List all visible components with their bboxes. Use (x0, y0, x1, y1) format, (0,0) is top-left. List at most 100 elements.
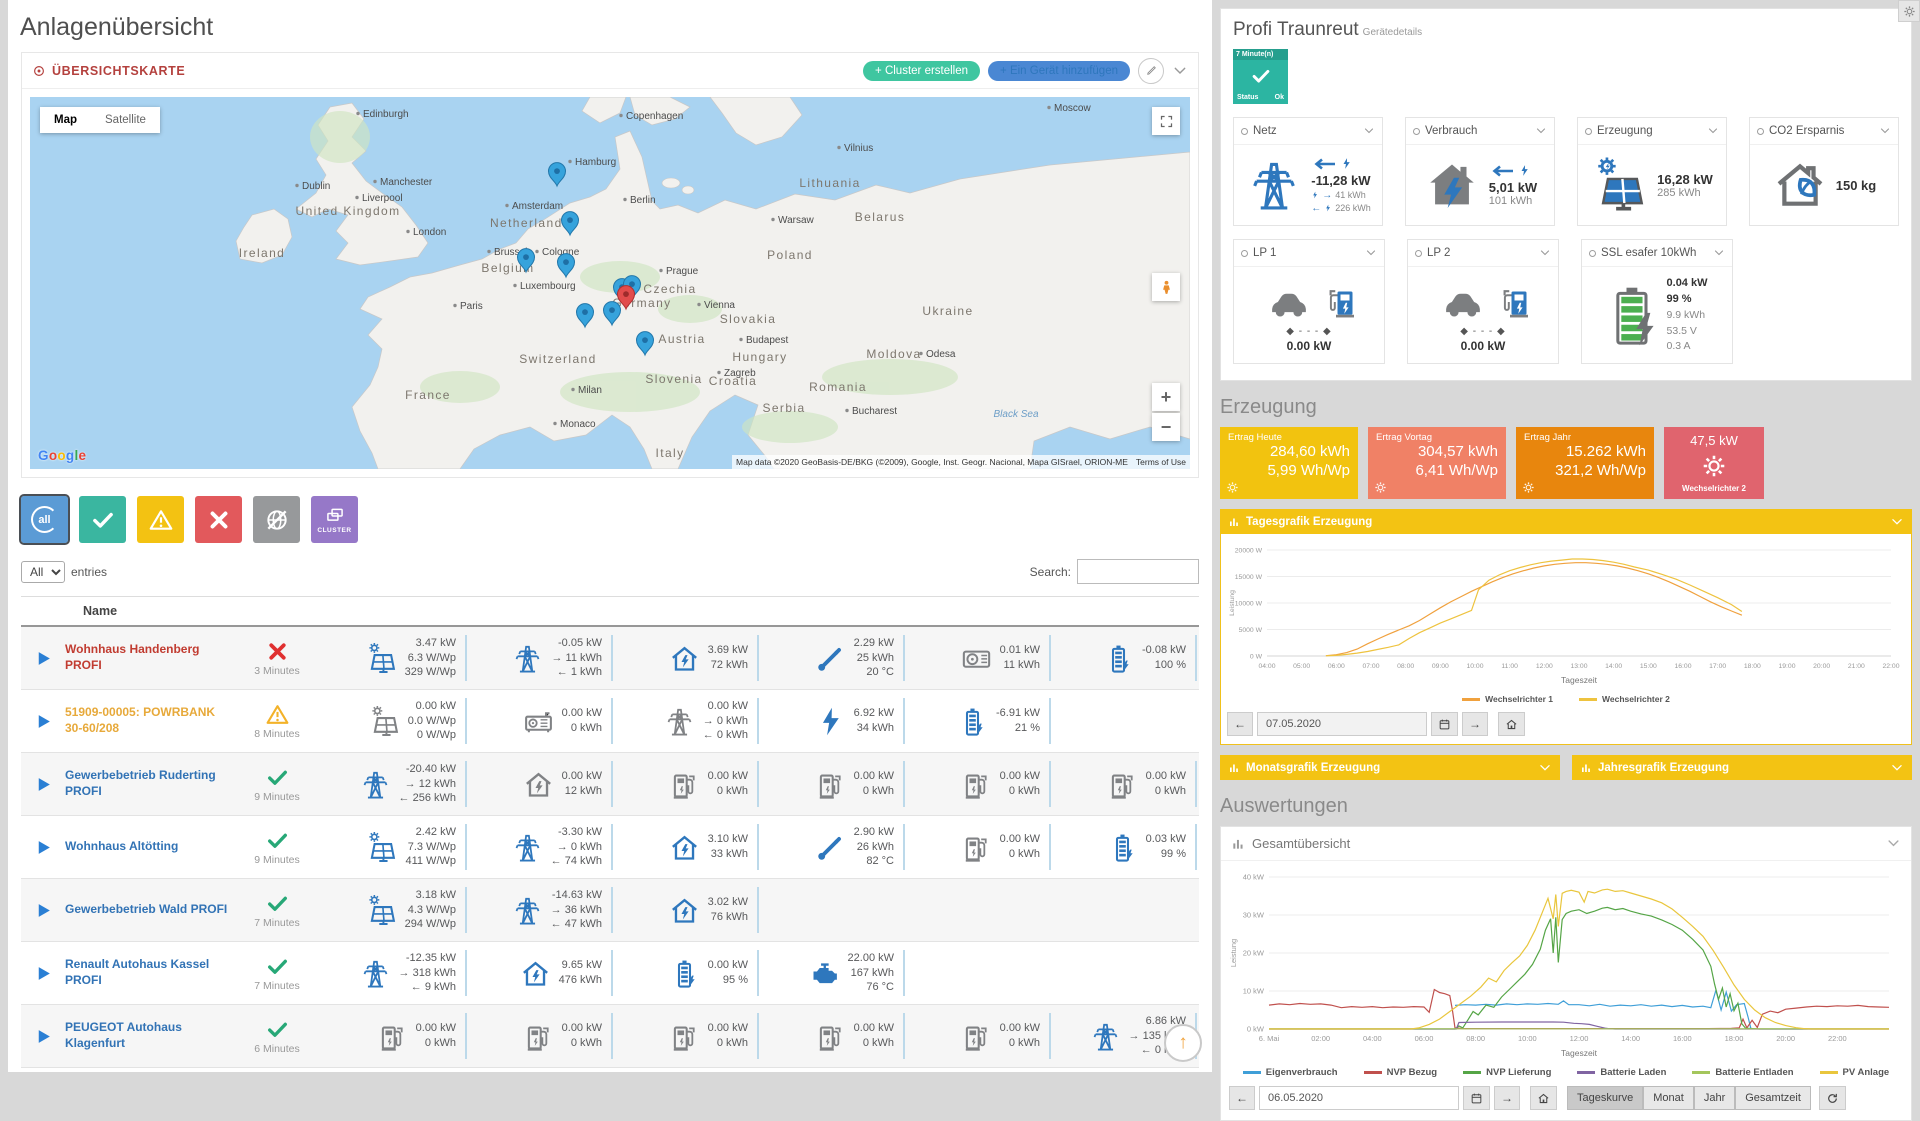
google-map[interactable]: United KingdomIrelandFranceGermanyPoland… (30, 97, 1190, 469)
prev-day-button[interactable]: ← (1229, 1086, 1255, 1110)
svg-text:06:00: 06:00 (1328, 663, 1345, 670)
table-row[interactable]: Wohnhaus Handenberg PROFI3 Minutes3.47 k… (21, 627, 1199, 690)
plant-name[interactable]: Gewerbebetrieb Wald PROFI (65, 902, 233, 918)
charger-icon (960, 768, 993, 801)
range-buttons: TageskurveMonatJahrGesamtzeit (1567, 1086, 1811, 1110)
entries-select[interactable]: All (21, 561, 65, 583)
date-field[interactable]: 06.05.2020 (1259, 1086, 1459, 1110)
search-input[interactable] (1077, 559, 1199, 584)
refresh-button[interactable] (1819, 1086, 1846, 1110)
table-row[interactable]: Renault Autohaus Kassel PROFI7 Minutes-1… (21, 942, 1199, 1005)
monatsgrafik-header[interactable]: Monatsgrafik Erzeugung (1220, 755, 1560, 780)
filter-offline-button[interactable] (253, 496, 300, 543)
status-ok-icon (265, 891, 290, 916)
next-day-button[interactable]: → (1462, 712, 1488, 736)
play-button[interactable] (21, 712, 65, 731)
edit-button[interactable] (1138, 58, 1164, 84)
charger-icon (814, 768, 847, 801)
range-gesamtzeit-button[interactable]: Gesamtzeit (1735, 1086, 1811, 1110)
gear-icon (1226, 481, 1239, 494)
scroll-top-button[interactable]: ↑ (1164, 1024, 1202, 1062)
tile-wechselrichter[interactable]: 47,5 kW Wechselrichter 2 (1664, 427, 1764, 499)
home-date-button[interactable] (1498, 712, 1525, 736)
device-house: 3.10 kW33 kWh (613, 824, 759, 870)
range-tageskurve-button[interactable]: Tageskurve (1567, 1086, 1643, 1110)
filter-cluster-button[interactable]: CLUSTER (311, 496, 358, 543)
netz-power: -11,28 kW (1311, 173, 1371, 188)
range-monat-button[interactable]: Monat (1643, 1086, 1694, 1110)
table-row[interactable]: 51909-00005: POWRBANK 30-60/2088 Minutes… (21, 690, 1199, 753)
card-netz-title: Netz (1253, 125, 1277, 137)
settings-gear-button[interactable] (1898, 0, 1920, 22)
table-header-name[interactable]: Name (21, 596, 1199, 627)
chevron-down-icon[interactable] (1539, 247, 1551, 259)
tagesgrafik-header[interactable]: Tagesgrafik Erzeugung (1220, 509, 1912, 534)
filter-all-button[interactable]: all (21, 496, 68, 543)
map-button[interactable]: Map (40, 107, 91, 133)
collapse-chevron-icon[interactable] (1172, 63, 1188, 79)
calendar-button[interactable] (1463, 1086, 1490, 1110)
tile-ertrag-heute[interactable]: Ertrag Heute 284,60 kWh 5,99 Wh/Wp (1220, 427, 1358, 499)
plant-name[interactable]: Wohnhaus Altötting (65, 839, 233, 855)
filter-error-button[interactable] (195, 496, 242, 543)
date-field[interactable]: 07.05.2020 (1257, 712, 1427, 736)
chevron-down-icon[interactable] (1535, 125, 1547, 137)
map-zoom-out-button[interactable]: − (1152, 413, 1180, 441)
chevron-down-icon[interactable] (1879, 125, 1891, 137)
chevron-down-icon[interactable] (1707, 125, 1719, 137)
device-values: 0.00 kW0 kWh (1000, 1021, 1040, 1051)
device-values: 2.29 kW25 kWh20 °C (854, 636, 894, 681)
plant-name[interactable]: Gewerbebetrieb Ruderting PROFI (65, 768, 233, 799)
chevron-down-icon[interactable] (1713, 247, 1725, 259)
chevron-down-icon[interactable] (1886, 836, 1901, 851)
filter-warning-button[interactable] (137, 496, 184, 543)
tile-ertrag-vortag[interactable]: Ertrag Vortag 304,57 kWh 6,41 Wh/Wp (1368, 427, 1506, 499)
europe-map[interactable]: United KingdomIrelandFranceGermanyPoland… (30, 97, 1190, 469)
play-button[interactable] (21, 775, 65, 794)
range-jahr-button[interactable]: Jahr (1694, 1086, 1735, 1110)
add-device-button[interactable]: + Ein Gerät hinzufügen (988, 61, 1130, 81)
calendar-button[interactable] (1431, 712, 1458, 736)
monatsgrafik-title: Monatsgrafik Erzeugung (1246, 762, 1380, 774)
plant-name[interactable]: Wohnhaus Handenberg PROFI (65, 642, 233, 673)
play-button[interactable] (21, 1027, 65, 1046)
map-label-city: Monaco (560, 419, 596, 430)
device-values: 0.00 kW0.0 W/Wp0 W/Wp (408, 699, 456, 744)
plant-name[interactable]: 51909-00005: POWRBANK 30-60/208 (65, 705, 233, 736)
map-zoom-in-button[interactable]: + (1152, 383, 1180, 411)
chevron-down-icon[interactable] (1365, 247, 1377, 259)
table-row[interactable]: PEUGEOT Autohaus Klagenfurt6 Minutes0.00… (21, 1005, 1199, 1068)
netz-in-energy: 226 kWh (1335, 203, 1371, 213)
gear-icon (1522, 481, 1535, 494)
plant-name[interactable]: PEUGEOT Autohaus Klagenfurt (65, 1020, 233, 1051)
table-row[interactable]: Gewerbebetrieb Ruderting PROFI9 Minutes-… (21, 753, 1199, 816)
terms-link[interactable]: Terms of Use (1136, 457, 1186, 467)
prev-day-button[interactable]: ← (1227, 712, 1253, 736)
table-row[interactable]: Wohnhaus Altötting9 Minutes2.42 kW7.3 W/… (21, 816, 1199, 879)
map-label-city: Luxembourg (520, 281, 576, 292)
play-button[interactable] (21, 649, 65, 668)
battery-icon (956, 705, 989, 738)
plant-name[interactable]: Renault Autohaus Kassel PROFI (65, 957, 233, 988)
device-charger: 0.00 kW0 kWh (1051, 761, 1197, 807)
home-date-button[interactable] (1530, 1086, 1557, 1110)
table-row[interactable]: Gewerbebetrieb Wald PROFI7 Minutes3.18 k… (21, 879, 1199, 942)
status-tile[interactable]: 7 Minute(n) StatusOk (1233, 49, 1288, 104)
jahresgrafik-header[interactable]: Jahresgrafik Erzeugung (1572, 755, 1912, 780)
svg-text:Tageszeit: Tageszeit (1561, 1048, 1598, 1058)
chevron-down-icon[interactable] (1363, 125, 1375, 137)
filter-ok-button[interactable] (79, 496, 126, 543)
pylon-icon (359, 957, 392, 990)
satellite-button[interactable]: Satellite (91, 107, 160, 133)
tile-label: Ertrag Jahr (1524, 432, 1646, 443)
play-button[interactable] (21, 838, 65, 857)
tile-value-2: 321,2 Wh/Wp (1524, 462, 1646, 481)
pegman-button[interactable] (1152, 273, 1180, 301)
play-button[interactable] (21, 964, 65, 983)
tile-ertrag-jahr[interactable]: Ertrag Jahr 15.262 kWh 321,2 Wh/Wp (1516, 427, 1654, 499)
tile-value-1: 284,60 kWh (1228, 443, 1350, 462)
create-cluster-button[interactable]: + Cluster erstellen (863, 61, 980, 81)
play-button[interactable] (21, 901, 65, 920)
map-fullscreen-button[interactable] (1152, 107, 1180, 135)
next-day-button[interactable]: → (1494, 1086, 1520, 1110)
